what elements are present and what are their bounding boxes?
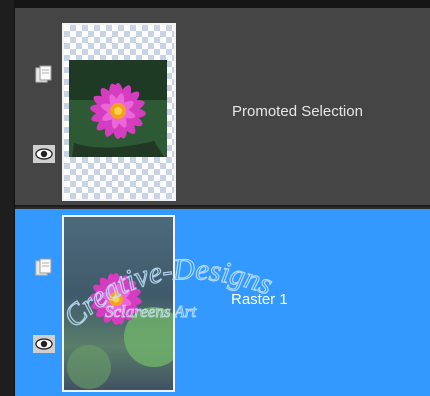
page-icon[interactable] — [33, 64, 55, 86]
layer-thumbnail — [62, 215, 175, 392]
layer-name-label: Raster 1 — [231, 291, 288, 308]
layer-thumbnail — [62, 23, 176, 201]
eye-icon[interactable] — [33, 143, 55, 165]
layer-row-promoted-selection[interactable]: Promoted Selection — [15, 8, 430, 207]
eye-icon[interactable] — [33, 333, 55, 355]
panel-top-border — [14, 0, 430, 8]
layer-row-raster-1[interactable]: Raster 1 Creative-Designs Sclareens Art — [15, 209, 430, 396]
layer-name-label: Promoted Selection — [232, 103, 363, 120]
page-icon[interactable] — [33, 257, 55, 279]
panel-left-strip — [0, 0, 15, 396]
